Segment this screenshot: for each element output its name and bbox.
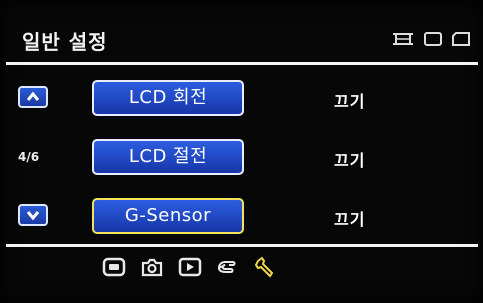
lcd-saver-value: 끄기 <box>334 151 366 170</box>
lcd-rotate-button[interactable]: LCD 회전 <box>92 80 244 116</box>
bottom-divider <box>6 244 478 247</box>
card-icon <box>452 32 470 46</box>
page-title: 일반 설정 <box>22 30 108 54</box>
option-row-lcd-saver: 4/6 LCD 절전 끄기 <box>0 137 483 177</box>
camera-settings-screen: 일반 설정 LCD 회전 끄기 4/6 LCD 절전 끄기 G-Sensor 끄… <box>0 0 483 303</box>
scroll-up-button[interactable] <box>18 86 48 108</box>
top-divider <box>6 62 478 65</box>
mode-tab-bar <box>0 252 483 282</box>
lcd-saver-button[interactable]: LCD 절전 <box>92 139 244 175</box>
lcd-rotate-value: 끄기 <box>334 92 366 111</box>
hand-icon[interactable] <box>216 256 240 278</box>
page-indicator: 4/6 <box>18 150 40 164</box>
chevron-down-icon <box>26 211 40 221</box>
wrench-icon[interactable] <box>254 256 278 278</box>
video-icon[interactable] <box>102 256 126 278</box>
option-row-g-sensor: G-Sensor 끄기 <box>0 196 483 236</box>
option-row-lcd-rotate: LCD 회전 끄기 <box>0 78 483 118</box>
rectangle-icon <box>424 32 442 46</box>
g-sensor-button[interactable]: G-Sensor <box>92 198 244 234</box>
header-bar: 일반 설정 <box>0 14 483 62</box>
film-strip-icon <box>393 33 413 45</box>
g-sensor-value: 끄기 <box>334 210 366 229</box>
camera-icon[interactable] <box>140 256 164 278</box>
scroll-down-button[interactable] <box>18 204 48 226</box>
chevron-up-icon <box>26 91 40 101</box>
playback-icon[interactable] <box>178 256 202 278</box>
